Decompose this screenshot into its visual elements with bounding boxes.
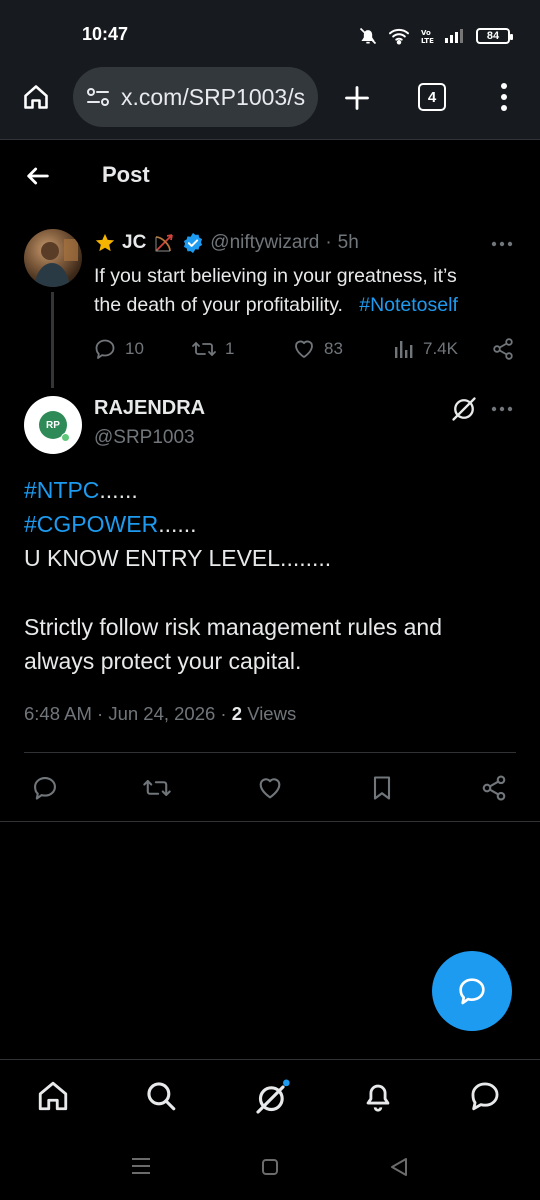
main-author-handle[interactable]: @SRP1003 [94, 427, 195, 449]
volte-icon: Vo LTE [420, 27, 434, 45]
parent-tweet-line-2-text: the death of your profitability. [94, 294, 343, 316]
parent-tweet-line-2: the death of your profitability. #Noteto… [94, 291, 524, 320]
hashtag-cgpower[interactable]: #CGPOWER [24, 511, 158, 537]
avatar-dot [61, 433, 70, 442]
battery-level: 84 [486, 30, 500, 42]
system-back-icon[interactable] [389, 1157, 409, 1177]
main-share-icon[interactable] [480, 774, 508, 802]
main-tweet-line-5: always protect your capital. [24, 648, 302, 674]
new-tab-icon[interactable] [343, 84, 371, 112]
main-tweet-line-2: #CGPOWER...... [24, 507, 516, 541]
recent-apps-icon[interactable] [131, 1157, 151, 1175]
parent-author-handle[interactable]: @niftywizard [210, 232, 319, 254]
main-avatar[interactable]: RP [24, 396, 82, 454]
address-bar[interactable]: x.com/SRP1003/s [73, 67, 318, 127]
dot-separator: · [325, 232, 332, 253]
views-count: 7.4K [423, 339, 458, 358]
main-author-name[interactable]: RAJENDRA [94, 397, 205, 420]
main-tweet-line-1: #NTPC...... [24, 473, 516, 507]
reply-count: 10 [125, 339, 144, 358]
repost-count: 1 [225, 339, 235, 358]
parent-tweet-header: JC @niftywizard · 5h [94, 231, 359, 255]
avatar-initials: RP [46, 419, 60, 431]
battery-icon: 84 [476, 28, 513, 44]
avatar-logo: RP [39, 411, 70, 442]
parent-share-icon[interactable] [491, 337, 515, 361]
bow-arrow-icon [152, 231, 176, 255]
parent-avatar[interactable] [24, 229, 82, 287]
parent-tweet-text: If you start believing in your greatness… [94, 262, 524, 320]
main-more-icon[interactable] [490, 401, 514, 417]
reply-action[interactable]: 10 [93, 337, 144, 361]
main-like-icon[interactable] [256, 774, 284, 802]
views-icon [393, 337, 415, 361]
parent-tweet-time[interactable]: 5h [338, 232, 359, 254]
views-action[interactable]: 7.4K [393, 337, 458, 361]
action-divider-top [24, 752, 516, 753]
compose-reply-button[interactable] [432, 951, 512, 1031]
nav-search-icon[interactable] [144, 1079, 178, 1113]
signal-icon [444, 28, 466, 44]
mute-icon [358, 26, 378, 46]
hashtag-notetoself[interactable]: #Notetoself [359, 294, 458, 316]
reply-icon [93, 337, 117, 361]
tweet-views-label: Views [247, 703, 297, 724]
parent-author-name[interactable]: JC [122, 232, 146, 254]
status-icons: Vo LTE 84 [358, 24, 513, 48]
svg-text:Vo: Vo [421, 29, 431, 37]
tweet-meta: 6:48 AM · Jun 24, 2026 · 2 Views [24, 703, 296, 725]
system-home-icon[interactable] [261, 1158, 279, 1176]
tabs-icon[interactable]: 4 [418, 83, 446, 111]
hashtag-ntpc-suffix: ...... [99, 477, 138, 503]
tweet-views-count: 2 [231, 703, 243, 724]
main-tweet-line-4: Strictly follow risk management rules an… [24, 614, 442, 640]
star-icon [94, 232, 116, 254]
nav-grok-icon[interactable] [253, 1077, 293, 1117]
tab-count: 4 [427, 88, 437, 106]
like-action[interactable]: 83 [292, 337, 343, 361]
grok-icon[interactable] [450, 395, 478, 423]
wifi-icon [388, 27, 410, 45]
repost-icon [191, 337, 217, 361]
thread-line [51, 292, 54, 388]
parent-more-icon[interactable] [490, 236, 514, 252]
url-text[interactable]: x.com/SRP1003/s [121, 84, 305, 111]
page-title: Post [102, 162, 150, 187]
main-reply-icon[interactable] [31, 774, 59, 802]
tweet-timestamp[interactable]: 6:48 AM · Jun 24, 2026 · [24, 703, 227, 724]
like-count: 83 [324, 339, 343, 358]
site-settings-icon[interactable] [85, 85, 111, 109]
overflow-menu-icon[interactable] [490, 82, 518, 112]
status-time: 10:47 [82, 24, 129, 44]
like-icon [292, 337, 316, 361]
verified-badge-icon [182, 232, 204, 254]
nav-home-icon[interactable] [36, 1079, 70, 1113]
repost-action[interactable]: 1 [191, 337, 234, 361]
main-tweet-line-3: U KNOW ENTRY LEVEL........ [24, 545, 332, 571]
fab-reply-icon [456, 975, 488, 1007]
chrome-divider [0, 139, 540, 140]
home-icon[interactable] [22, 83, 50, 111]
svg-text:LTE: LTE [421, 37, 434, 45]
nav-notifications-icon[interactable] [361, 1079, 395, 1113]
action-divider-bottom [0, 821, 540, 822]
hashtag-ntpc[interactable]: #NTPC [24, 477, 99, 503]
bookmark-icon[interactable] [368, 774, 396, 802]
main-repost-icon[interactable] [142, 774, 172, 802]
hashtag-cgpower-suffix: ...... [158, 511, 197, 537]
back-arrow-icon[interactable] [24, 162, 52, 190]
nav-messages-icon[interactable] [468, 1079, 502, 1113]
parent-tweet-line-1: If you start believing in your greatness… [94, 265, 457, 287]
